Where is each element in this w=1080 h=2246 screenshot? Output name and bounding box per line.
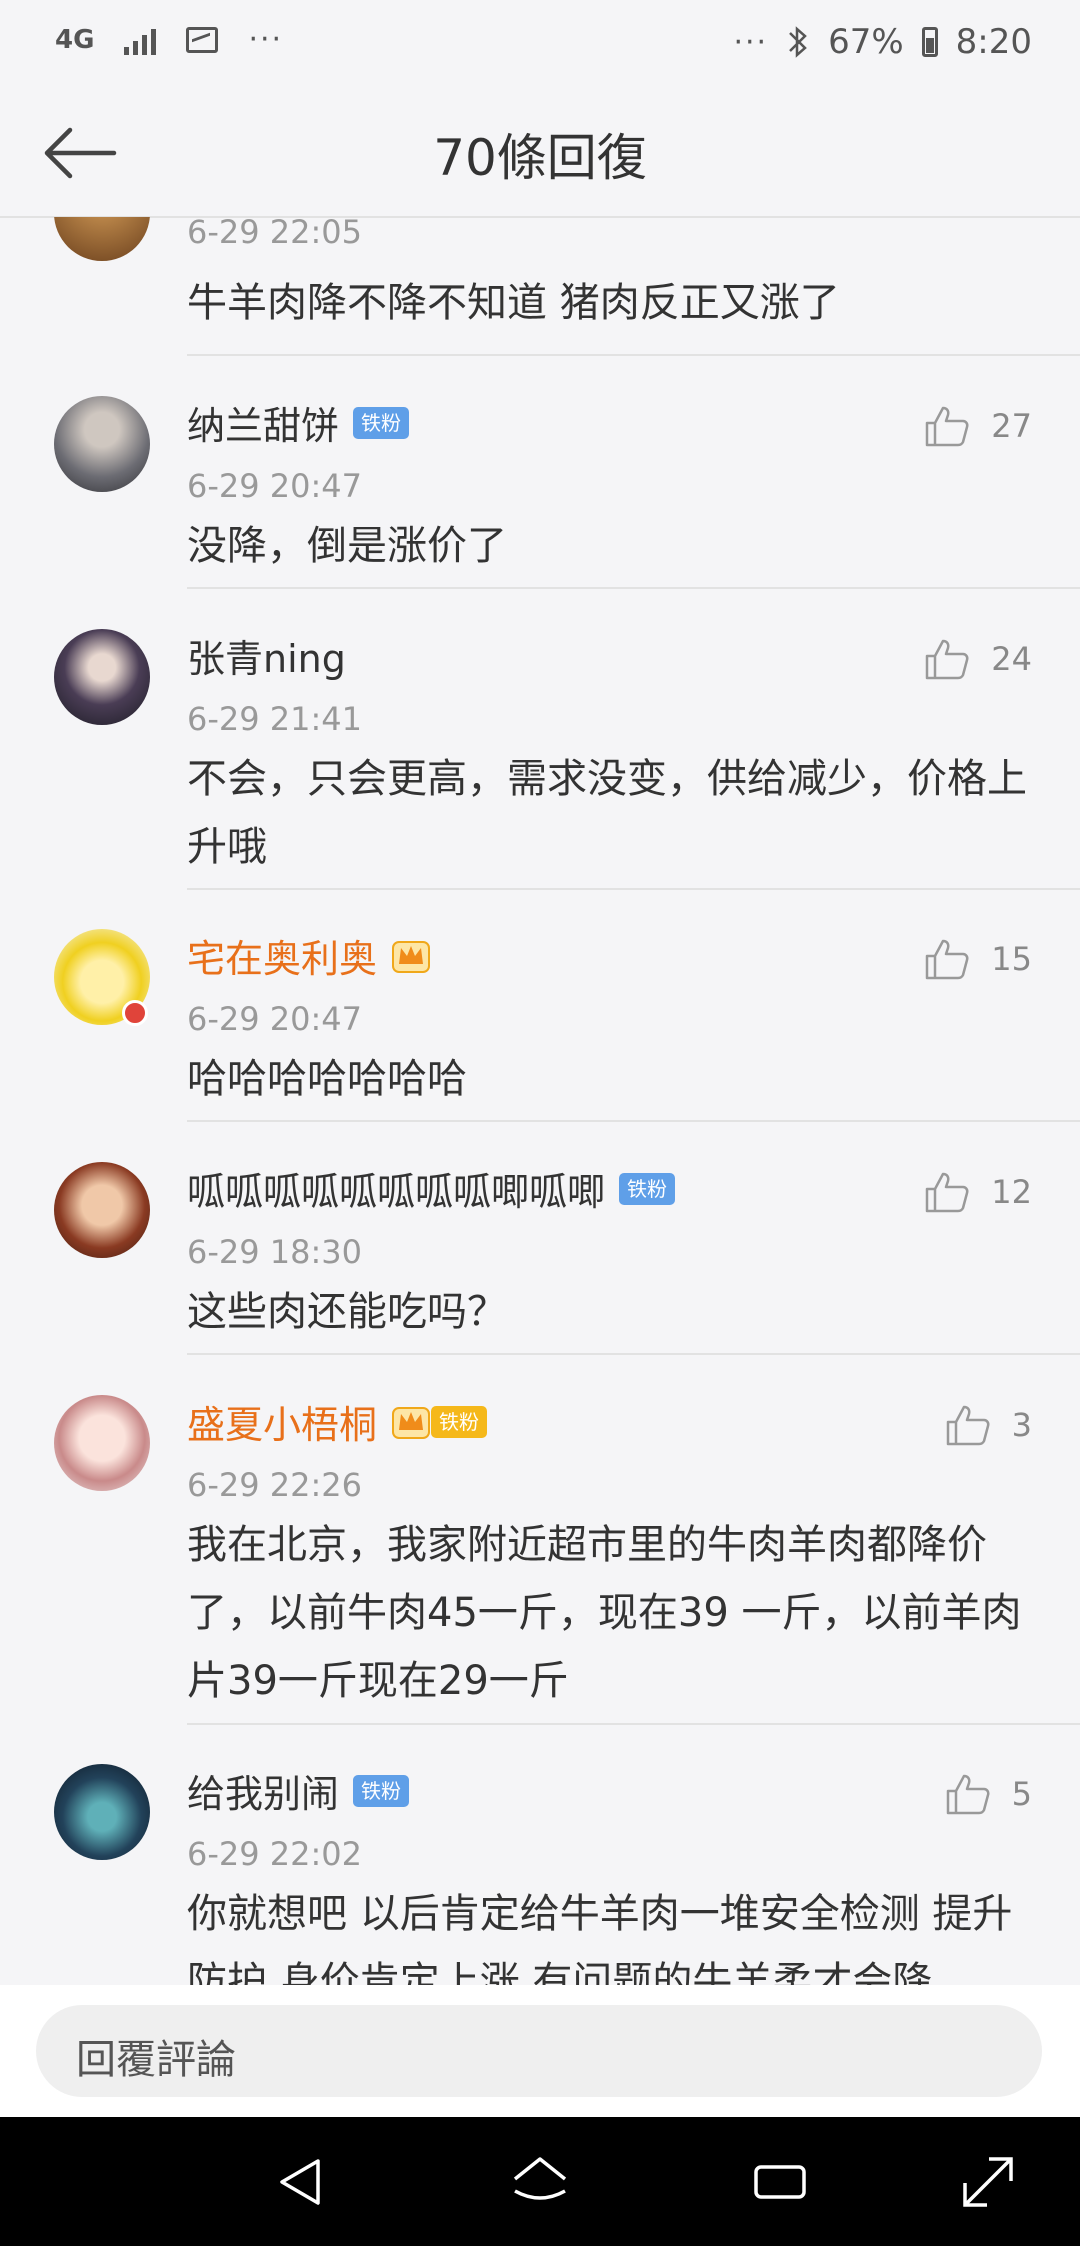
username[interactable]: 纳兰甜饼 [187,395,339,450]
crown-icon [392,1406,431,1439]
thumbs-up-icon [926,1172,969,1213]
like-count: 12 [991,1173,1032,1211]
signal-icon [124,25,157,55]
comment-time: 6-29 22:02 [187,1835,363,1873]
divider [187,354,1080,356]
comment-text: 我在北京，我家附近超市里的牛肉羊肉都降价了，以前牛肉45一斤，现在39 一斤，以… [187,1522,1022,1704]
comment-text: 哈哈哈哈哈哈哈 [187,1056,467,1102]
thumbs-up-icon [946,1405,990,1446]
divider [187,587,1080,589]
divider [187,1120,1080,1122]
like-count: 24 [991,640,1032,678]
avatar[interactable] [54,217,150,261]
like-button[interactable]: 27 [923,402,1032,450]
fan-badge: 铁粉 [353,1774,410,1807]
avatar[interactable] [54,1395,150,1491]
thumbs-up-icon [926,639,969,680]
fan-badge: 铁粉 [353,406,410,439]
nav-home-icon[interactable] [511,2153,569,2211]
more-icons-indicator: ··· [733,24,769,60]
avatar[interactable] [54,396,150,492]
username[interactable]: 给我别闹 [187,1763,339,1818]
like-button[interactable]: 5 [944,1770,1032,1818]
like-count: 3 [1011,1406,1032,1444]
nav-back-icon[interactable] [272,2153,330,2211]
header: 70條回復 [0,90,1080,218]
bluetooth-icon [789,26,807,58]
battery-percent: 67% [828,22,904,62]
reply-bar: 回覆評論 [0,1985,1080,2117]
thumbs-up-icon [946,1774,990,1815]
divider [187,888,1080,890]
like-button[interactable]: 15 [923,935,1032,983]
clock: 8:20 [955,22,1032,62]
comment-time: 6-29 20:47 [187,467,363,505]
like-button[interactable]: 3 [944,1401,1032,1449]
more-notifications-icon: ··· [248,22,284,57]
fan-badge: 铁粉 [431,1405,488,1438]
comment-time: 6-29 20:47 [187,1000,363,1038]
comment-text: 牛羊肉降不降不知道 猪肉反正又涨了 [187,280,840,326]
avatar[interactable] [54,1162,150,1258]
comment-time: 6-29 21:41 [187,700,363,738]
username[interactable]: 盛夏小梧桐 [187,1394,377,1449]
comment-text: 你就想吧 以后肯定给牛羊肉一堆安全检测 提升防护 身价肯定上涨 有问题的牛羊柔才… [187,1891,1013,1985]
like-button[interactable]: 24 [923,635,1032,683]
avatar[interactable] [54,629,150,725]
crown-icon [392,940,431,973]
image-icon [186,26,219,53]
status-bar: 4G ··· ··· 67% 8:20 [0,0,1080,90]
comment-time: 6-29 18:30 [187,1233,363,1271]
thumbs-up-icon [926,939,969,980]
like-count: 5 [1011,1775,1032,1813]
thumbs-up-icon [926,406,969,447]
like-count: 27 [991,407,1032,445]
comment-text: 这些肉还能吃吗？ [187,1289,507,1335]
username[interactable]: 张青ning [187,628,346,683]
reply-input[interactable]: 回覆評論 [36,2005,1042,2097]
reply-placeholder: 回覆評論 [76,2037,236,2083]
divider [187,1723,1080,1725]
page-title: 70條回復 [433,129,647,187]
comment-time: 6-29 22:26 [187,1466,363,1504]
divider [187,1353,1080,1355]
network-type: 4G [55,24,95,55]
avatar[interactable] [54,1764,150,1860]
like-button[interactable]: 12 [923,1168,1032,1216]
fan-badge: 铁粉 [619,1172,676,1205]
comment-text: 没降，倒是涨价了 [187,523,507,569]
battery-icon [921,27,938,57]
comment-list[interactable]: 6-29 22:05 牛羊肉降不降不知道 猪肉反正又涨了 纳兰甜饼 铁粉 6-2… [0,217,1080,1985]
verified-icon [122,1000,148,1026]
navigation-bar [0,2117,1080,2246]
nav-recents-icon[interactable] [751,2153,809,2211]
like-count: 15 [991,940,1032,978]
username[interactable]: 宅在奥利奥 [187,928,377,983]
nav-expand-icon[interactable] [959,2153,1017,2211]
username[interactable]: 呱呱呱呱呱呱呱呱唧呱唧 [187,1161,605,1216]
comment-time: 6-29 22:05 [187,217,363,251]
comment-text: 不会，只会更高，需求没变，供给减少，价格上升哦 [187,756,1027,870]
